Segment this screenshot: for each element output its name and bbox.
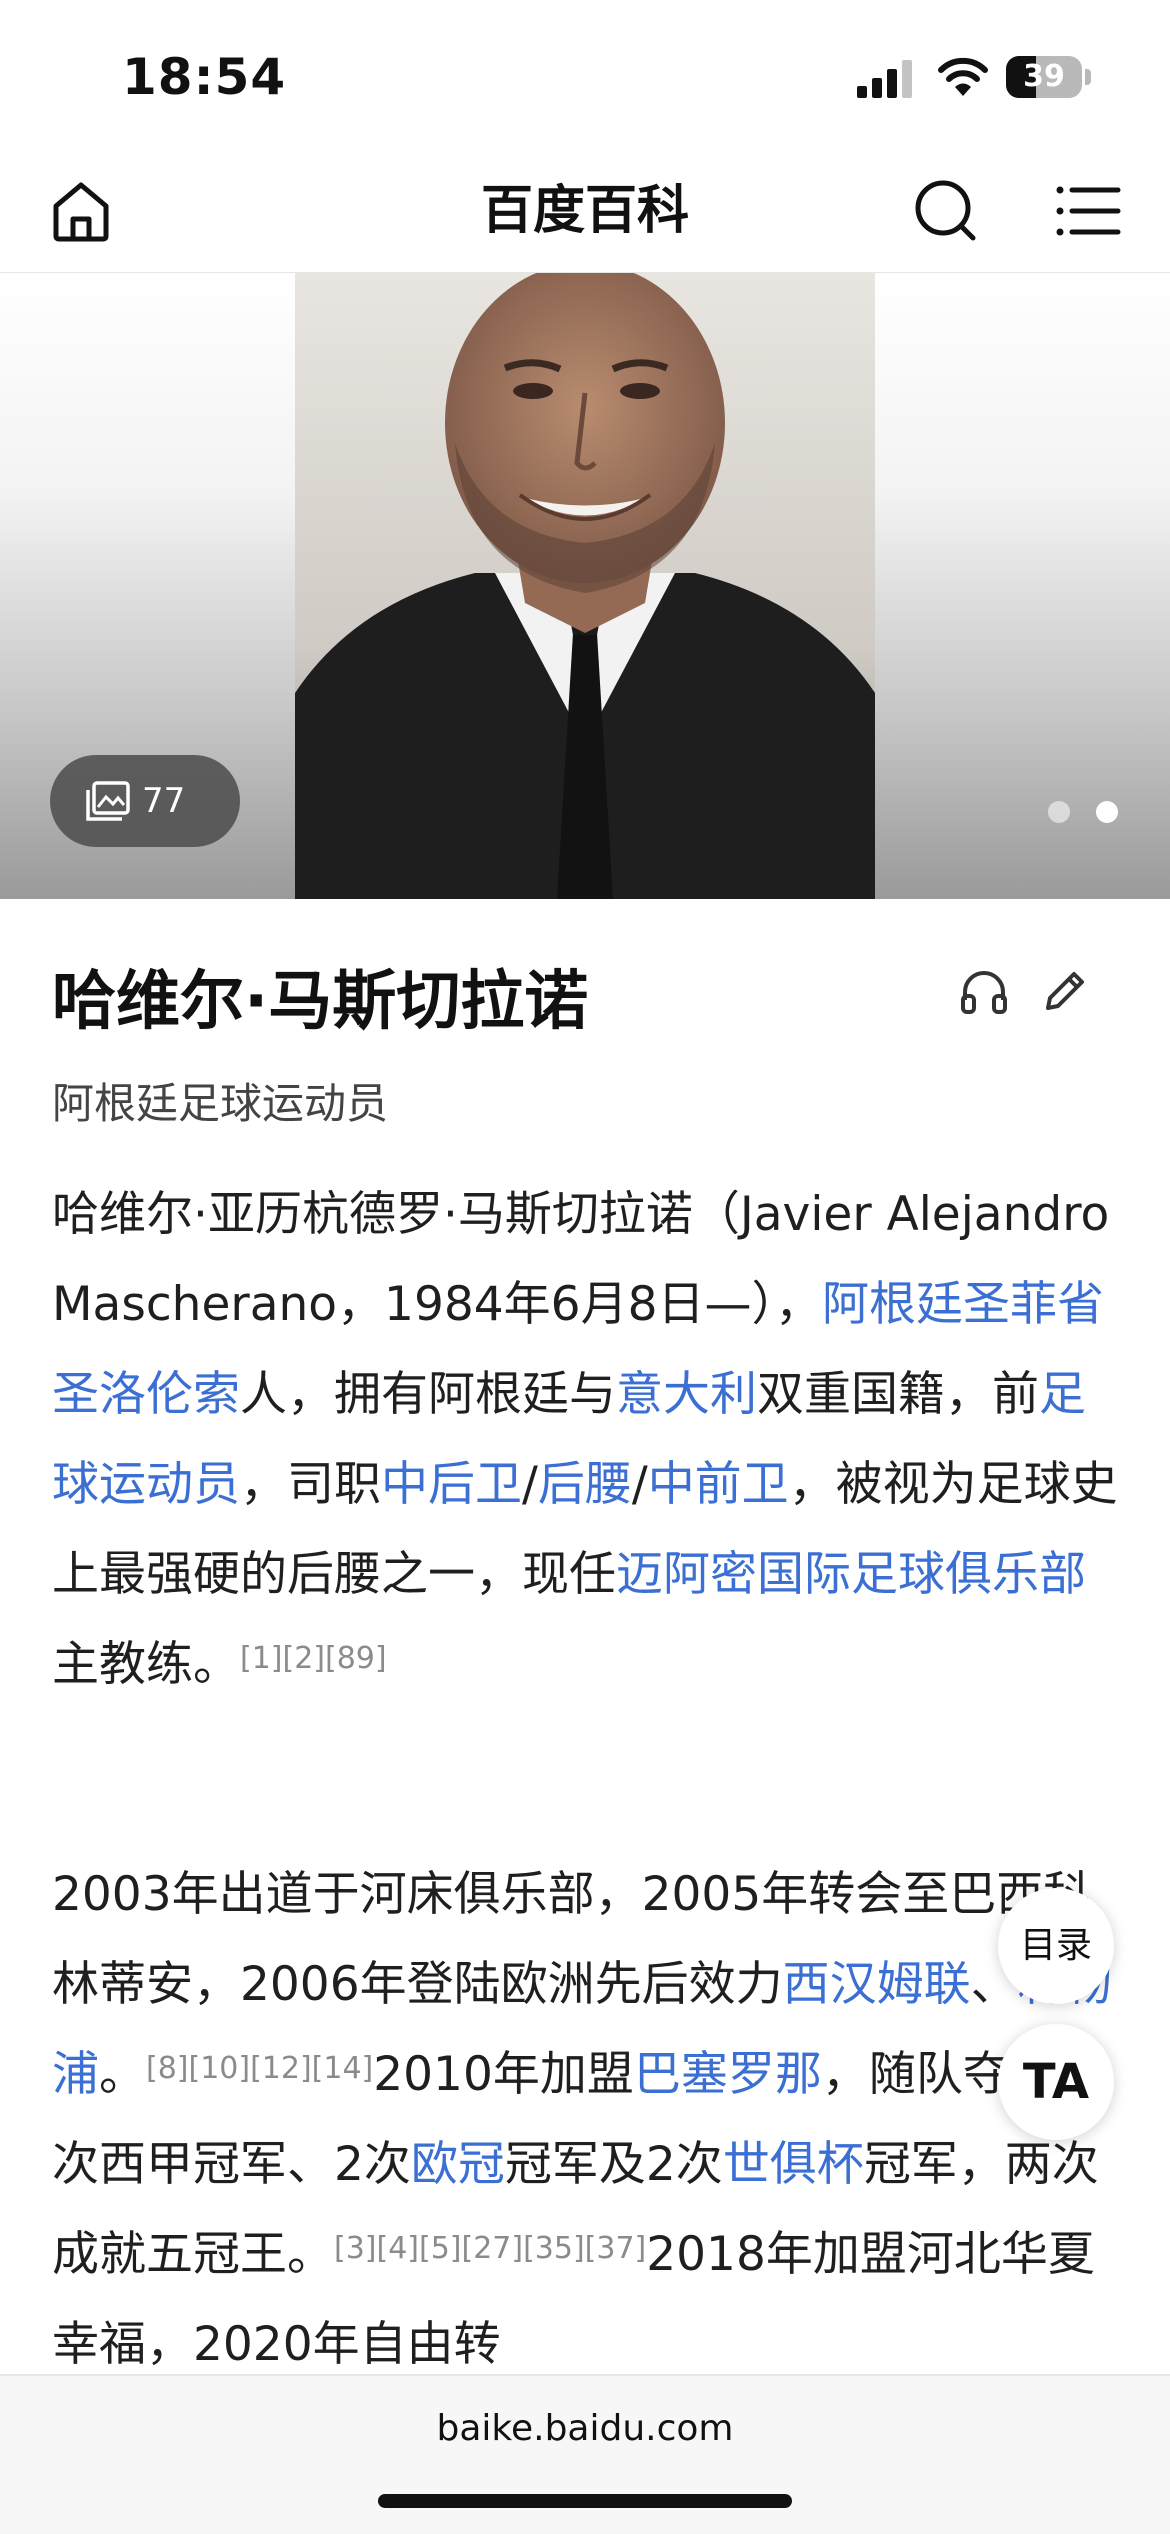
link-italy[interactable]: 意大利 (616, 1367, 757, 1422)
font-size-button[interactable]: TA (998, 2024, 1114, 2140)
top-nav-bar: 百度百科 (0, 150, 1170, 274)
paragraph-text: 人，拥有阿根廷与 (240, 1367, 616, 1422)
status-time: 18:54 (122, 48, 287, 106)
reference-marks[interactable]: [3][4][5][27][35][37] (334, 2231, 646, 2266)
separator: / (522, 1457, 538, 1512)
link-champions-league[interactable]: 欧冠 (411, 2137, 505, 2192)
link-west-ham[interactable]: 西汉姆联 (783, 1957, 971, 2012)
url-text[interactable]: baike.baidu.com (0, 2408, 1170, 2449)
cellular-signal-icon (857, 60, 912, 98)
paragraph-text: 冠军及2次 (504, 2137, 723, 2192)
summary-paragraph: 哈维尔·亚历杭德罗·马斯切拉诺（Javier Alejandro Mascher… (52, 1170, 1118, 1710)
entry-subtitle: 阿根廷足球运动员 (52, 1079, 389, 1128)
link-center-back[interactable]: 中后卫 (381, 1457, 522, 1512)
photo-count: 77 (142, 781, 186, 821)
link-central-midfielder[interactable]: 中前卫 (648, 1457, 789, 1512)
reference-marks[interactable]: [1][2][89] (240, 1641, 387, 1676)
paragraph-text: 双重国籍，前 (757, 1367, 1039, 1422)
image-gallery-icon (86, 781, 130, 821)
carousel-dot[interactable] (1048, 801, 1070, 823)
photo-album-button[interactable]: 77 (50, 755, 240, 847)
portrait-photo[interactable] (295, 273, 875, 899)
paragraph-text: ，司职 (240, 1457, 381, 1512)
headphones-icon[interactable] (957, 964, 1011, 1018)
browser-address-bar[interactable]: baike.baidu.com (0, 2374, 1170, 2534)
separator: / (631, 1457, 648, 1512)
search-icon[interactable] (910, 176, 980, 246)
table-of-contents-button[interactable]: 目录 (998, 1888, 1114, 2004)
link-inter-miami[interactable]: 迈阿密国际足球俱乐部 (616, 1547, 1086, 1602)
paragraph-text: 2010年加盟 (373, 2047, 634, 2102)
link-club-world-cup[interactable]: 世俱杯 (723, 2137, 864, 2192)
page-title: 百度百科 (480, 181, 689, 241)
edit-pencil-icon[interactable] (1038, 964, 1092, 1018)
battery-icon: 39 (1006, 56, 1091, 98)
reference-marks[interactable]: [8][10][12][14] (146, 2051, 373, 2086)
hero-photo-carousel[interactable]: 77 (0, 273, 1170, 899)
home-indicator[interactable] (378, 2494, 792, 2508)
link-defensive-midfielder[interactable]: 后腰 (538, 1457, 632, 1512)
menu-icon[interactable] (1054, 176, 1124, 246)
link-barcelona[interactable]: 巴塞罗那 (634, 2047, 822, 2102)
career-paragraph: 2003年出道于河床俱乐部，2005年转会至巴西科林蒂安，2006年登陆欧洲先后… (52, 1850, 1118, 2390)
wifi-icon (938, 57, 988, 96)
carousel-dot-active[interactable] (1096, 801, 1118, 823)
battery-percent: 39 (1023, 59, 1065, 94)
paragraph-text: 主教练。 (52, 1637, 240, 1692)
status-bar: 18:54 39 (0, 0, 1170, 150)
paragraph-text: 。 (99, 2047, 146, 2102)
entry-title: 哈维尔·马斯切拉诺 (52, 965, 589, 1039)
